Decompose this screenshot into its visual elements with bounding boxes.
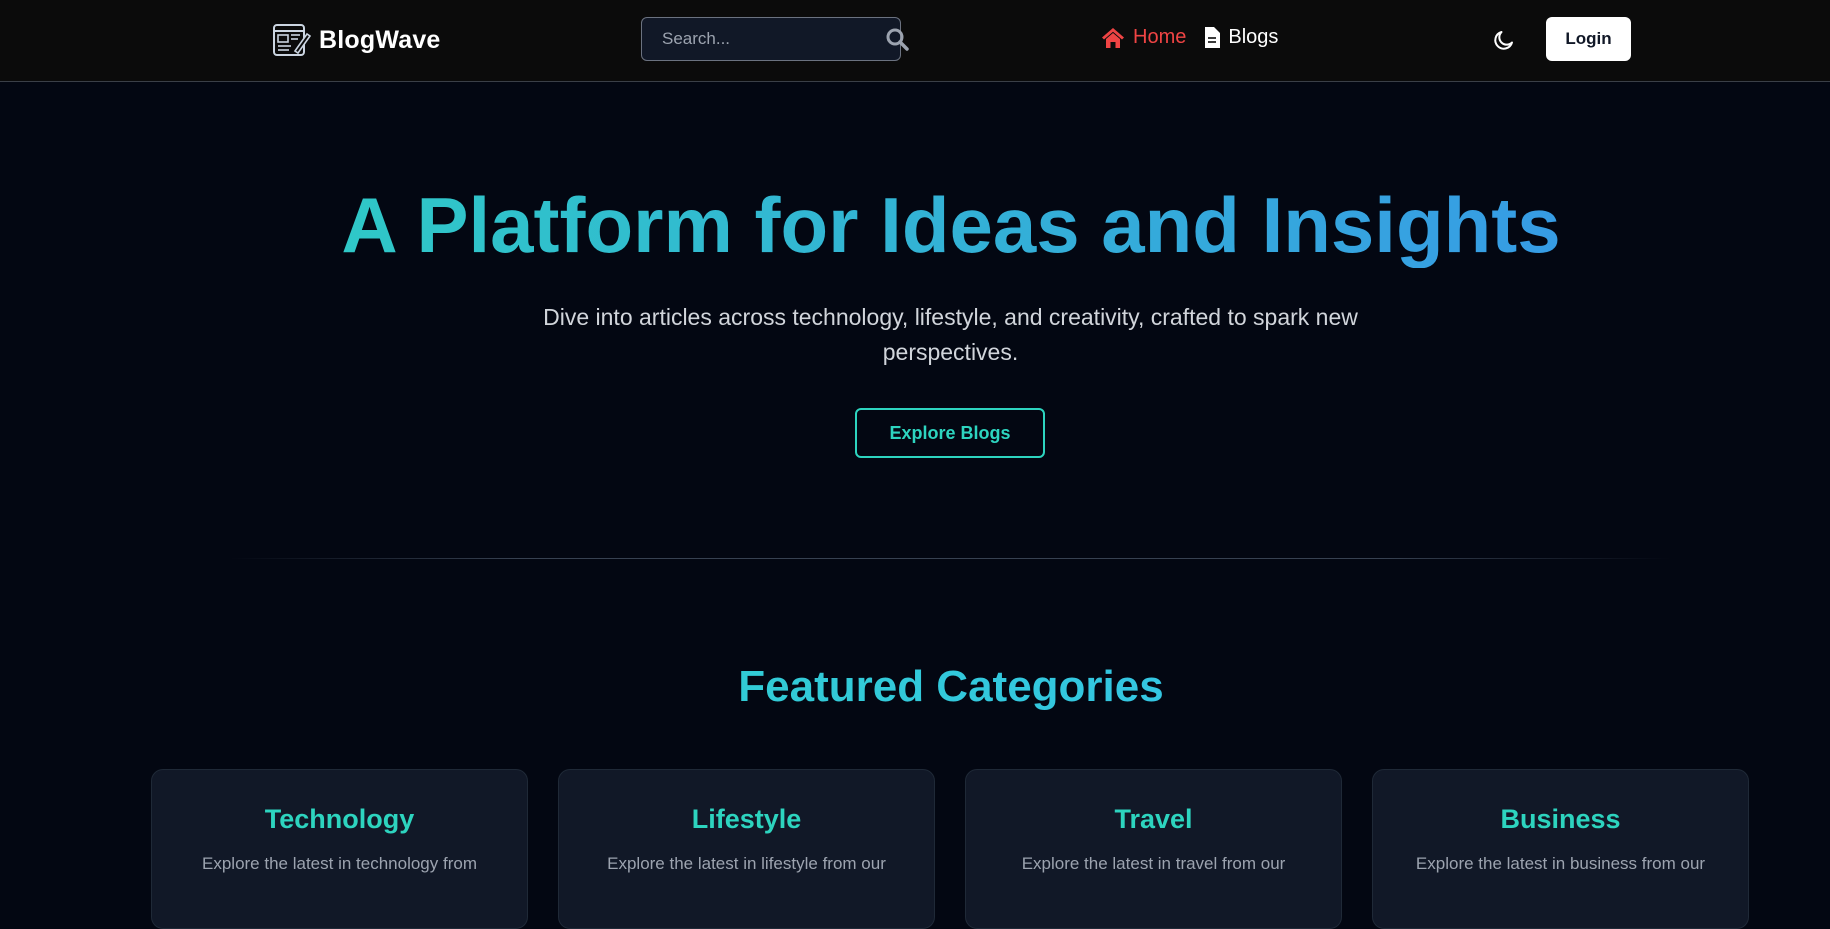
category-card-title: Technology: [264, 804, 415, 834]
moon-icon: [1494, 31, 1513, 50]
category-card-technology[interactable]: Technology Explore the latest in technol…: [151, 769, 528, 929]
category-card-travel[interactable]: Travel Explore the latest in travel from…: [965, 769, 1342, 929]
category-card-business[interactable]: Business Explore the latest in business …: [1372, 769, 1749, 929]
brand-logo[interactable]: BlogWave: [271, 20, 441, 60]
navbar: BlogWave Home Blogs: [0, 0, 1830, 82]
nav-links: Home Blogs: [1101, 26, 1278, 49]
hero-title: A Platform for Ideas and Insights: [0, 182, 1830, 268]
home-icon: [1102, 27, 1124, 48]
nav-link-home-label: Home: [1133, 26, 1187, 48]
category-card-lifestyle[interactable]: Lifestyle Explore the latest in lifestyl…: [558, 769, 935, 929]
featured-categories-title: Featured Categories: [0, 660, 1830, 714]
nav-link-home[interactable]: Home: [1101, 26, 1186, 49]
category-card-title: Lifestyle: [691, 804, 802, 834]
category-card-description: Explore the latest in lifestyle from our: [607, 854, 886, 873]
category-card-description: Explore the latest in business from our: [1415, 854, 1706, 873]
blog-logo-icon: [273, 24, 311, 56]
section-divider: [230, 558, 1670, 559]
category-card-description: Explore the latest in technology from: [202, 854, 477, 873]
hero-subtitle: Dive into articles across technology, li…: [543, 304, 1358, 365]
search-icon: [886, 28, 909, 51]
nav-link-blogs[interactable]: Blogs: [1204, 26, 1278, 49]
explore-blogs-button[interactable]: Explore Blogs: [855, 408, 1045, 458]
login-button[interactable]: Login: [1546, 17, 1631, 61]
search-bar: [641, 17, 909, 61]
theme-toggle-button[interactable]: [1490, 26, 1518, 54]
category-card-title: Business: [1500, 804, 1621, 834]
category-cards: Technology Explore the latest in technol…: [151, 769, 1749, 929]
category-card-description: Explore the latest in travel from our: [1021, 854, 1286, 873]
category-card-title: Travel: [1114, 804, 1193, 834]
nav-link-blogs-label: Blogs: [1228, 26, 1279, 48]
search-button[interactable]: [885, 17, 909, 61]
search-input[interactable]: [642, 17, 885, 61]
document-icon: [1205, 27, 1221, 48]
brand-name: BlogWave: [319, 25, 441, 54]
